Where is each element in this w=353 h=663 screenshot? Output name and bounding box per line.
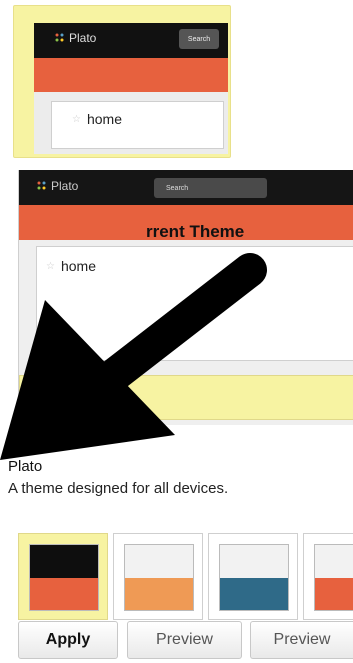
swatch-top — [220, 545, 288, 578]
thumbnail-logo: Plato — [54, 31, 96, 45]
plato-logo-icon — [37, 181, 46, 190]
thumbnail-home-label: home — [86, 111, 122, 127]
swatch-top — [315, 545, 353, 578]
thumbnail-banner — [34, 58, 228, 92]
color-swatch[interactable] — [208, 533, 298, 620]
preview-search-field: Search — [154, 178, 267, 198]
thumbnail-search-button: Search — [179, 29, 219, 49]
swatch-preview — [219, 544, 289, 611]
current-theme-label: rrent Theme — [146, 222, 245, 241]
color-swatch[interactable] — [18, 533, 108, 620]
swatch-top — [30, 545, 98, 578]
swatch-bottom — [220, 577, 288, 610]
swatch-bottom — [125, 577, 193, 610]
thumbnail-logo-text: Plato — [69, 31, 97, 45]
preview-logo-text: Plato — [51, 179, 79, 193]
swatch-top — [125, 545, 193, 578]
theme-thumbnail[interactable]: Plato Search ☆ home — [13, 5, 231, 158]
plato-logo-icon — [55, 33, 64, 42]
color-swatch[interactable] — [113, 533, 203, 620]
preview-button[interactable]: Preview — [127, 621, 242, 659]
arrow-icon — [0, 253, 267, 460]
swatch-bottom — [30, 577, 98, 610]
thumbnail-home: ☆ home — [72, 111, 122, 127]
star-icon: ☆ — [72, 113, 81, 125]
swatch-preview — [314, 544, 353, 611]
preview-button[interactable]: Preview — [250, 621, 353, 659]
swatch-preview — [29, 544, 99, 611]
preview-logo: Plato — [36, 179, 78, 193]
apply-button[interactable]: Apply — [18, 621, 118, 659]
theme-description: A theme designed for all devices. — [8, 480, 229, 497]
swatch-bottom — [315, 577, 353, 610]
theme-name: Plato — [8, 458, 43, 475]
swatch-preview — [124, 544, 194, 611]
color-swatch[interactable] — [303, 533, 353, 620]
